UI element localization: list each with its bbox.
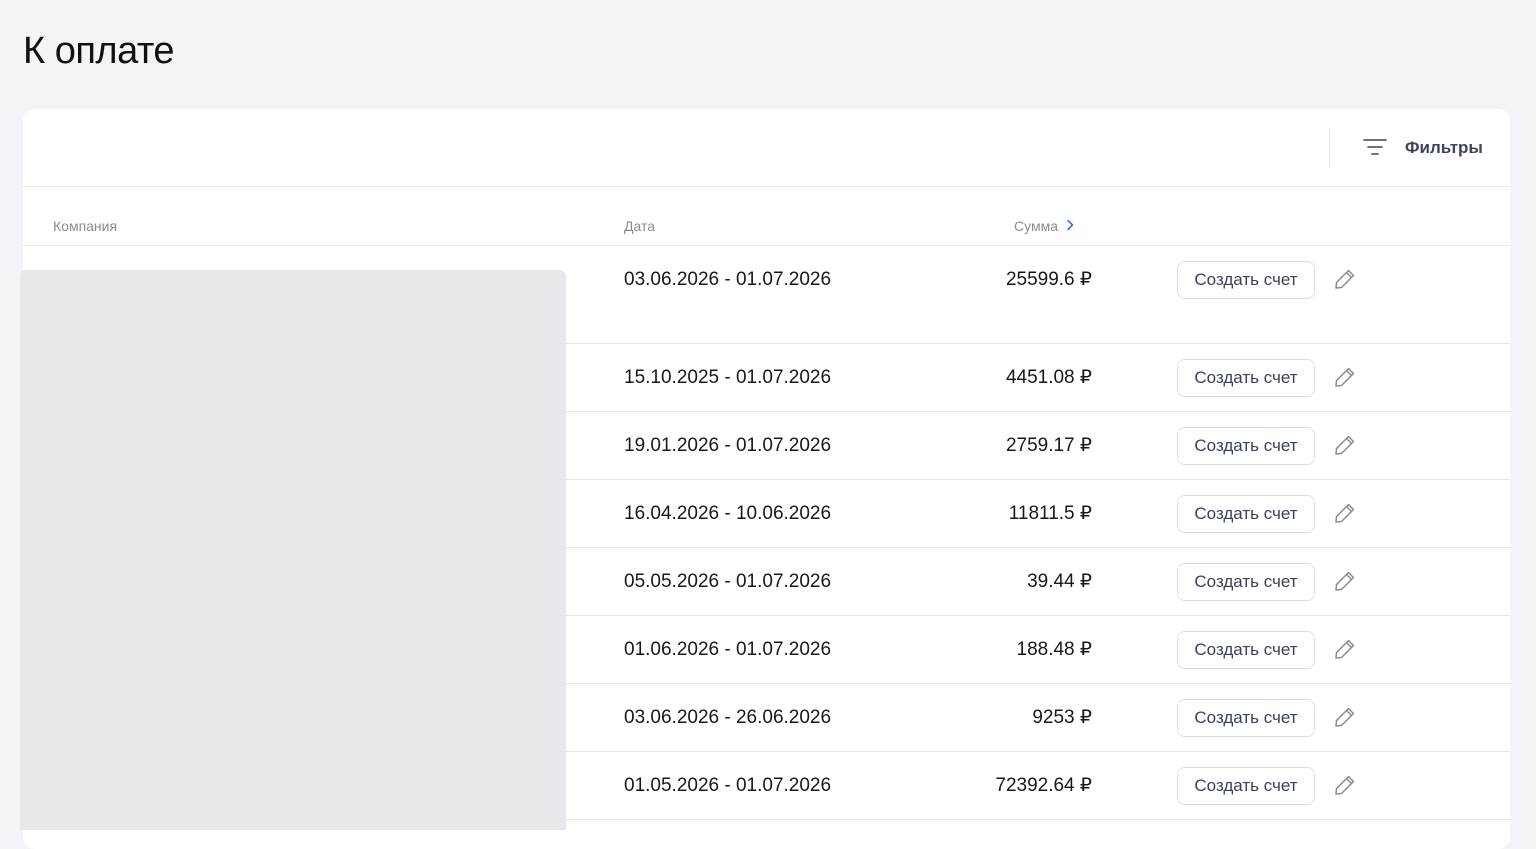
pencil-icon (1333, 433, 1357, 460)
filters-label: Фильтры (1405, 138, 1483, 157)
column-header-sum-label: Сумма (1014, 218, 1058, 234)
create-invoice-button[interactable]: Создать счет (1177, 427, 1315, 465)
pencil-icon (1333, 773, 1357, 800)
edit-button[interactable] (1331, 500, 1359, 528)
create-invoice-button[interactable]: Создать счет (1177, 261, 1315, 299)
table-header: Компания Дата Сумма (23, 187, 1510, 246)
chevron-right-icon (1066, 217, 1074, 235)
row-date: 03.06.2026 - 01.07.2026 (624, 269, 832, 290)
pencil-icon (1333, 569, 1357, 596)
column-header-date: Дата (624, 218, 656, 234)
row-sum: 72392.64 ₽ (995, 775, 1092, 796)
pencil-icon (1333, 365, 1357, 392)
edit-button[interactable] (1331, 568, 1359, 596)
row-date: 01.06.2026 - 01.07.2026 (624, 639, 832, 660)
edit-button[interactable] (1331, 364, 1359, 392)
edit-button[interactable] (1331, 432, 1359, 460)
row-date: 19.01.2026 - 01.07.2026 (624, 435, 832, 456)
table-toolbar: Фильтры (23, 109, 1510, 187)
filters-button[interactable]: Фильтры (1353, 129, 1493, 167)
pencil-icon (1333, 637, 1357, 664)
create-invoice-button[interactable]: Создать счет (1177, 631, 1315, 669)
create-invoice-button[interactable]: Создать счет (1177, 767, 1315, 805)
create-invoice-button[interactable]: Создать счет (1177, 359, 1315, 397)
row-date: 16.04.2026 - 10.06.2026 (624, 503, 832, 524)
column-header-sum[interactable]: Сумма (1014, 217, 1074, 235)
row-sum: 25599.6 ₽ (1005, 269, 1092, 290)
edit-button[interactable] (1331, 266, 1359, 294)
pencil-icon (1333, 267, 1357, 294)
edit-button[interactable] (1331, 772, 1359, 800)
toolbar-divider (1329, 128, 1330, 168)
create-invoice-button[interactable]: Создать счет (1177, 495, 1315, 533)
create-invoice-button[interactable]: Создать счет (1177, 563, 1315, 601)
row-sum: 9253 ₽ (1032, 707, 1092, 728)
row-sum: 39.44 ₽ (1027, 571, 1092, 592)
row-sum: 4451.08 ₽ (1005, 367, 1092, 388)
pencil-icon (1333, 705, 1357, 732)
filter-lines-icon (1363, 138, 1387, 159)
edit-button[interactable] (1331, 704, 1359, 732)
row-sum: 2759.17 ₽ (1005, 435, 1092, 456)
row-sum: 11811.5 ₽ (1008, 503, 1092, 524)
row-date: 15.10.2025 - 01.07.2026 (624, 367, 832, 388)
column-header-company: Компания (53, 218, 118, 234)
page-title: К оплате (23, 30, 175, 72)
row-sum: 188.48 ₽ (1016, 639, 1092, 660)
company-placeholder (20, 270, 566, 830)
pencil-icon (1333, 501, 1357, 528)
create-invoice-button[interactable]: Создать счет (1177, 699, 1315, 737)
edit-button[interactable] (1331, 636, 1359, 664)
row-date: 05.05.2026 - 01.07.2026 (624, 571, 832, 592)
row-date: 03.06.2026 - 26.06.2026 (624, 707, 832, 728)
row-date: 01.05.2026 - 01.07.2026 (624, 775, 832, 796)
